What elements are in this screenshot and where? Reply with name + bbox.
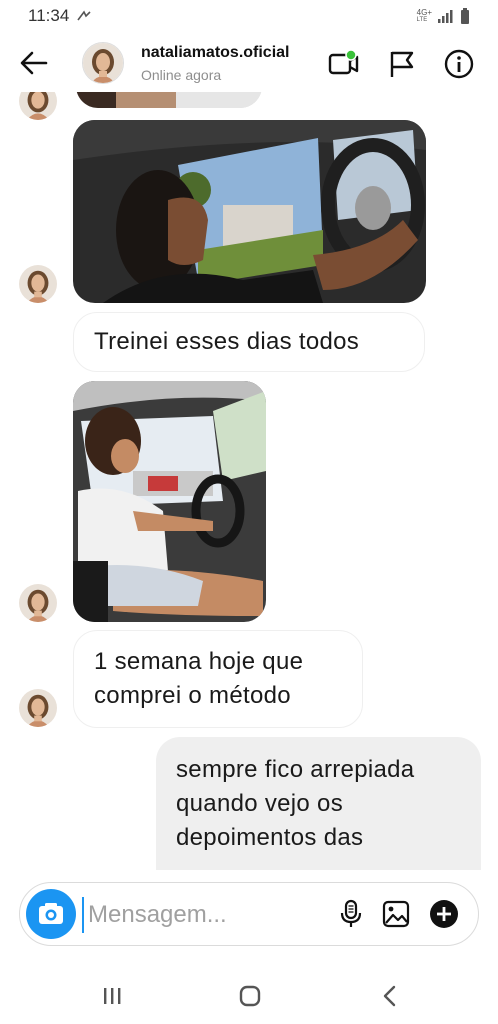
car-driving-photo-icon [73, 120, 426, 303]
back-arrow-icon[interactable] [18, 48, 50, 78]
system-navigation-bar [0, 968, 498, 1024]
camera-button[interactable] [26, 889, 76, 939]
chat-username[interactable]: nataliamatos.oficial [141, 44, 290, 62]
active-badge [345, 49, 357, 61]
previous-photo-fragment[interactable] [76, 92, 262, 108]
message-text-line: sempre fico arrepiada [176, 756, 415, 783]
video-call-icon[interactable] [328, 48, 360, 80]
recent-apps-icon[interactable] [98, 982, 126, 1010]
info-icon[interactable] [443, 48, 475, 80]
message-photo[interactable] [73, 381, 266, 622]
avatar-portrait-icon [19, 92, 57, 120]
avatar-portrait-icon [19, 689, 57, 727]
message-text-line: 1 semana hoje que [94, 648, 304, 675]
status-right: 4G+ LTE [417, 8, 470, 24]
signal-icon [438, 10, 453, 23]
status-time: 11:34 [28, 6, 70, 25]
network-sub-label: LTE [416, 17, 428, 23]
home-icon[interactable] [236, 982, 264, 1010]
sender-avatar[interactable] [19, 265, 57, 303]
message-text-line: comprei o método [94, 682, 291, 709]
online-status: Online agora [141, 67, 222, 83]
avatar-portrait-icon [19, 265, 57, 303]
network-type-label: 4G+ [416, 8, 432, 17]
car-driving-photo-icon [73, 381, 266, 622]
notification-icon [77, 10, 91, 21]
avatar-portrait-icon [83, 43, 123, 83]
flag-icon[interactable] [386, 48, 418, 80]
message-thread[interactable]: Treinei esses dias todos 1 semana hoje q… [0, 92, 498, 870]
status-bar: 11:34 4G+ LTE [0, 0, 498, 32]
my-message-bubble[interactable]: sempre fico arrepiada quando vejo os dep… [156, 737, 481, 870]
microphone-icon[interactable] [336, 899, 366, 929]
message-photo[interactable] [73, 120, 426, 303]
sender-avatar[interactable] [19, 584, 57, 622]
message-text-line: depoimentos das [176, 824, 364, 851]
add-icon[interactable] [429, 899, 459, 929]
message-input[interactable] [82, 897, 330, 933]
sender-avatar[interactable] [19, 689, 57, 727]
back-icon[interactable] [376, 982, 404, 1010]
battery-icon [461, 8, 469, 24]
message-bubble[interactable]: Treinei esses dias todos [73, 312, 425, 372]
header-avatar[interactable] [82, 42, 124, 84]
camera-icon [39, 903, 63, 924]
sender-avatar[interactable] [19, 92, 57, 120]
message-text: Treinei esses dias todos [94, 328, 360, 355]
gallery-icon[interactable] [381, 899, 411, 929]
status-left: 11:34 [28, 6, 91, 26]
message-text-line: quando vejo os [176, 790, 343, 817]
chat-header: nataliamatos.oficial Online agora [0, 34, 498, 92]
avatar-portrait-icon [19, 584, 57, 622]
message-composer [19, 882, 479, 946]
message-bubble[interactable]: 1 semana hoje que comprei o método [73, 630, 363, 728]
